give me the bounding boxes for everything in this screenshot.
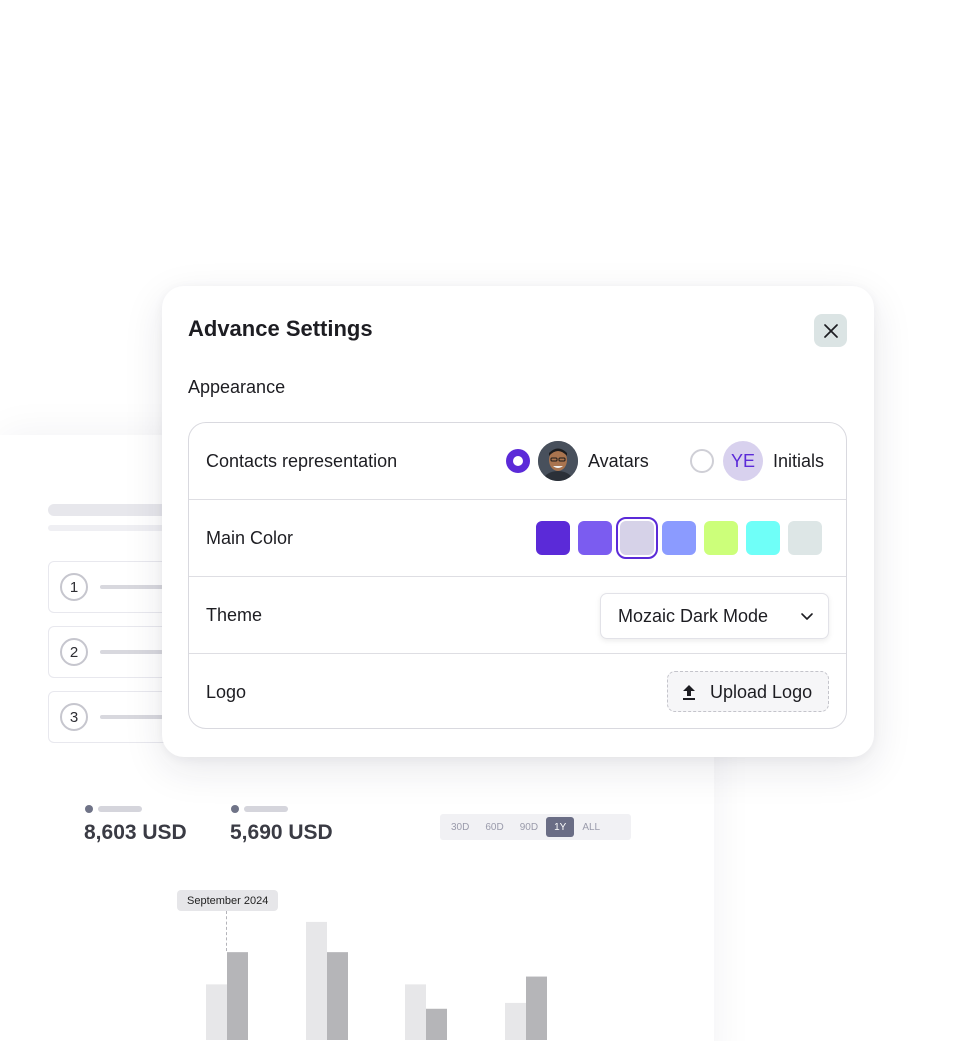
theme-select[interactable]: Mozaic Dark Mode <box>600 593 829 639</box>
chart-bar-s2-1 <box>227 952 248 1040</box>
theme-select-value: Mozaic Dark Mode <box>618 605 769 626</box>
chart-bar-s2-4 <box>526 976 547 1040</box>
person-avatar-icon <box>538 441 578 481</box>
main-color-row: Main Color <box>189 500 846 577</box>
chart-bar-s1-1 <box>206 984 227 1040</box>
color-swatch-4[interactable] <box>662 521 696 555</box>
color-swatch-7[interactable] <box>788 521 822 555</box>
row-label: Contacts representation <box>206 451 398 471</box>
initials-avatar: YE <box>723 441 763 481</box>
color-swatch-3[interactable] <box>616 517 658 559</box>
color-swatch-1[interactable] <box>536 521 570 555</box>
theme-row: Theme Mozaic Dark Mode <box>189 577 846 654</box>
row-label: Main Color <box>206 528 294 548</box>
upload-logo-button[interactable]: Upload Logo <box>667 671 829 712</box>
row-label: Logo <box>206 682 247 702</box>
settings-panel: Contacts representation Avatars YE Initi… <box>188 422 847 729</box>
close-icon <box>823 323 838 338</box>
chart-bar-s2-2 <box>327 952 348 1040</box>
row-label: Theme <box>206 605 263 625</box>
advance-settings-modal: Advance Settings Appearance Contacts rep… <box>162 286 874 757</box>
initials-radio[interactable] <box>690 449 714 473</box>
chevron-down-icon <box>801 613 813 620</box>
section-heading: Appearance <box>188 377 286 397</box>
initials-option-label: Initials <box>773 451 825 471</box>
avatars-option-label: Avatars <box>588 451 649 471</box>
chart-bar-s1-3 <box>405 984 426 1040</box>
color-swatch-6[interactable] <box>746 521 780 555</box>
close-button[interactable] <box>814 314 847 347</box>
logo-row: Logo Upload Logo <box>189 654 846 728</box>
modal-title: Advance Settings <box>188 316 373 341</box>
color-swatch-2[interactable] <box>578 521 612 555</box>
contacts-representation-row: Contacts representation Avatars YE Initi… <box>189 423 846 500</box>
upload-icon <box>683 685 695 700</box>
upload-logo-label: Upload Logo <box>710 682 813 702</box>
chart-bar-s1-4 <box>505 1002 526 1040</box>
avatars-radio[interactable] <box>506 449 530 473</box>
chart-bar-s2-3 <box>426 1008 447 1040</box>
chart-bar-s1-2 <box>306 921 327 1040</box>
avatar <box>538 441 578 481</box>
color-swatch-5[interactable] <box>704 521 738 555</box>
stage: 1 2 3 8,603 USD 5,690 USD 30D 60D 90D 1Y… <box>0 0 958 1041</box>
